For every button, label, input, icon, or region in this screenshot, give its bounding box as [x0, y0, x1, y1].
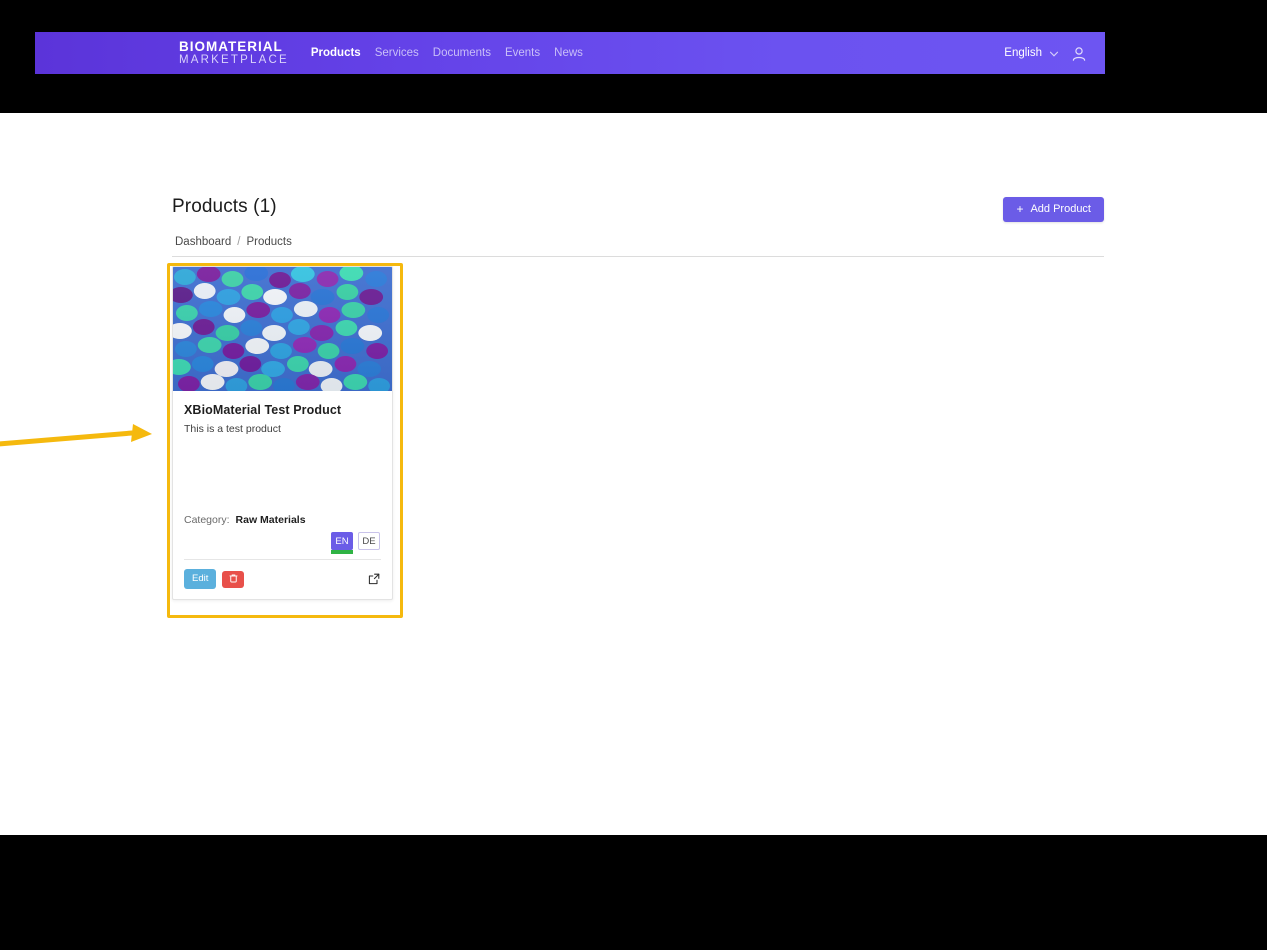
nav-item-events[interactable]: Events — [505, 47, 540, 59]
product-title: XBioMaterial Test Product — [184, 403, 342, 417]
top-navigation-bar: BIOMATERIAL MARKETPLACE Products Service… — [35, 32, 1105, 74]
product-category-row: Category: Raw Materials — [184, 514, 381, 526]
product-category-value: Raw Materials — [235, 514, 306, 526]
nav-item-news[interactable]: News — [554, 47, 583, 59]
product-card-body: XBioMaterial Test Product This is a test… — [173, 391, 392, 560]
delete-button[interactable] — [222, 570, 245, 588]
letterbox-bottom — [0, 835, 1267, 950]
product-language-toggle: EN DE — [184, 532, 381, 554]
product-description: This is a test product — [184, 423, 281, 435]
chevron-down-icon — [1049, 49, 1059, 58]
product-card[interactable]: XBioMaterial Test Product This is a test… — [172, 266, 393, 600]
nav-links: Products Services Documents Events News — [311, 47, 583, 59]
nav-item-products[interactable]: Products — [311, 47, 361, 59]
breadcrumb-item-dashboard[interactable]: Dashboard — [175, 236, 231, 248]
language-toggle-en[interactable]: EN — [331, 532, 353, 554]
plus-icon: + — [1016, 202, 1024, 216]
nav-item-documents[interactable]: Documents — [433, 47, 491, 59]
product-category-label: Category: — [184, 514, 230, 526]
brand-line-1: BIOMATERIAL — [179, 39, 283, 54]
arrow-right-annotation — [0, 420, 160, 460]
page-title: Products (1) — [172, 196, 277, 217]
language-selector-label: English — [1004, 47, 1042, 59]
trash-icon — [228, 572, 239, 587]
language-toggle-de[interactable]: DE — [358, 532, 380, 550]
language-selector[interactable]: English — [1004, 47, 1059, 59]
product-image — [173, 267, 392, 391]
user-account-icon[interactable] — [1070, 45, 1087, 62]
brand-line-2: MARKETPLACE — [179, 53, 289, 66]
breadcrumb-separator: / — [237, 236, 241, 248]
product-card-footer: Edit — [173, 560, 392, 599]
nav-item-services[interactable]: Services — [375, 47, 419, 59]
card-spacer — [184, 435, 381, 514]
breadcrumb: Dashboard / Products — [175, 236, 292, 248]
nav-right-group: English — [1004, 45, 1087, 62]
brand-logo[interactable]: BIOMATERIAL MARKETPLACE — [179, 40, 289, 66]
add-product-button-label: Add Product — [1030, 203, 1091, 215]
breadcrumb-divider — [172, 256, 1104, 257]
breadcrumb-item-products[interactable]: Products — [246, 236, 291, 248]
external-link-icon[interactable] — [367, 572, 381, 586]
edit-button[interactable]: Edit — [184, 569, 217, 589]
add-product-button[interactable]: + Add Product — [1003, 197, 1104, 222]
